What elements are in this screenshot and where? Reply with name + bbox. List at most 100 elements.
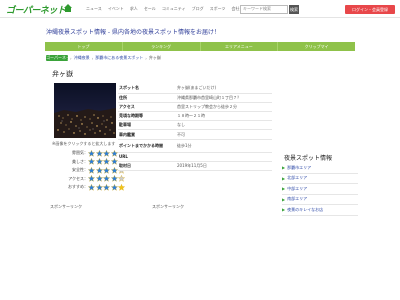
info-row: ポイントまでかかる時間 徒歩1分 — [118, 139, 272, 153]
rating-label: 安全性 — [72, 167, 84, 173]
sidebar-item-label: 那覇市エリア — [287, 164, 312, 170]
star-icon — [110, 166, 118, 174]
star-icon — [103, 175, 110, 182]
sidebar-item-1[interactable]: ▶ 北部エリア — [282, 174, 358, 184]
breadcrumb-home[interactable]: ゴーパーネット — [46, 55, 74, 61]
main-tabs: トップ ランキング エリアメニュー クリップマイ — [45, 42, 355, 51]
info-row: 駐車場 なし — [118, 120, 272, 131]
sidebar-title: 夜景スポット情報 — [284, 155, 333, 162]
star-icon — [103, 149, 110, 157]
photo-caption: ※画像をクリックすると拡大します — [52, 141, 116, 146]
info-row: 取材日 2019年11月5日 — [118, 161, 272, 172]
sidebar-item-label: 北部エリア — [287, 175, 308, 181]
nav-item-4[interactable]: コミュニティ — [162, 5, 186, 13]
sidebar-item-0[interactable]: ▶ 那覇市エリア — [282, 163, 358, 174]
star-icon — [103, 158, 110, 165]
arrow-icon: ▶ — [282, 186, 286, 192]
info-value: 不可 — [176, 129, 272, 140]
sidebar-item-3[interactable]: ▶ 南部エリア — [282, 195, 358, 205]
breadcrumb-item-okinawa-yakei[interactable]: 沖縄夜景 — [74, 55, 90, 61]
sidebar-item-4[interactable]: ▶ 夜景のキレイなお店 — [282, 205, 358, 216]
sponsor-link-left: スポンサーリンク — [50, 204, 82, 209]
nav-item-7[interactable]: 会社 — [232, 5, 240, 13]
breadcrumb: ゴーパーネット › 沖縄夜景 › 那覇市にある夜景スポット › 弁ヶ嶽 — [46, 55, 161, 61]
info-value: 2019年11月5日 — [176, 161, 272, 172]
rating-row: おすすめ： — [60, 183, 144, 192]
arrow-icon: ▶ — [282, 196, 286, 202]
star-icon — [110, 183, 118, 191]
site-logo[interactable]: ゴーパーネット — [6, 3, 72, 16]
nav-item-1[interactable]: イベント — [108, 5, 124, 13]
nav-item-5[interactable]: ブログ — [192, 5, 204, 13]
page-tagline: 沖縄夜景スポット情報 - 県内各地の夜景スポット情報をお届け！ — [46, 29, 220, 36]
star-icon — [95, 166, 103, 174]
info-value: 弁ヶ嶽(あまごいだけ) — [176, 84, 272, 94]
search-input[interactable]: キーワード検索 — [240, 5, 288, 14]
rating-label: おすすめ — [68, 184, 84, 190]
nav-item-6[interactable]: スポーツ — [210, 5, 226, 13]
star-icon — [95, 175, 103, 182]
nav-item-2[interactable]: 求人 — [130, 5, 138, 13]
info-row: URL — [118, 152, 272, 162]
top-nav: ニュース イベント 求人 セール コミュニティ ブログ スポーツ 会社 — [86, 5, 240, 13]
star-icon — [95, 183, 103, 191]
info-row: 見頃な時期等 １８時～２１時 — [118, 111, 272, 122]
star-icon — [88, 158, 95, 165]
info-row: スポット名 弁ヶ嶽(あまごいだけ) — [118, 84, 272, 94]
rating-label: アクセス — [68, 175, 84, 181]
arrow-icon: ▶ — [282, 207, 286, 213]
info-key: スポット名 — [118, 84, 176, 94]
arrow-icon: ▶ — [282, 175, 286, 181]
rating-label: 美しさ — [72, 158, 84, 164]
sidebar-item-2[interactable]: ▶ 中部エリア — [282, 184, 358, 195]
info-key: 駐車場 — [118, 120, 176, 131]
login-button[interactable]: ログイン・会員登録 — [345, 5, 395, 14]
site-header: ゴーパーネット ニュース イベント 求人 セール コミュニティ ブログ スポーツ 会社 キーワ… — [0, 0, 400, 18]
home-logo-icon — [64, 4, 72, 12]
info-key: ポイントまでかかる時間 — [118, 139, 176, 153]
star-icon — [110, 149, 118, 157]
info-key: 車内鑑賞 — [118, 129, 176, 140]
info-key: アクセス — [118, 102, 176, 113]
tab-1[interactable]: ランキング — [123, 42, 201, 51]
tab-3[interactable]: クリップマイ — [278, 42, 355, 51]
logo-text: ゴーパーネット — [6, 6, 66, 16]
star-icon — [118, 183, 125, 191]
spot-photo[interactable] — [54, 83, 116, 138]
nav-item-3[interactable]: セール — [144, 5, 156, 13]
star-icon — [103, 166, 110, 174]
star-icon — [118, 175, 125, 182]
breadcrumb-item-naha[interactable]: 那覇市にある夜景スポット — [95, 55, 143, 61]
breadcrumb-current: 弁ヶ嶽 — [148, 55, 161, 60]
sidebar-item-label: 中部エリア — [287, 185, 308, 191]
star-icon — [103, 183, 110, 191]
tab-0[interactable]: トップ — [45, 42, 123, 51]
search-button[interactable]: 検索 — [289, 5, 299, 14]
star-icon — [88, 166, 95, 174]
info-value: 徒歩1分 — [176, 139, 272, 153]
rating-stars — [88, 175, 125, 182]
star-icon — [95, 149, 103, 157]
star-icon — [110, 175, 118, 182]
sponsor-link-right: スポンサーリンク — [152, 204, 184, 209]
info-key: 住所 — [118, 93, 176, 103]
rating-stars — [88, 183, 125, 191]
info-value: １８時～２１時 — [176, 111, 272, 122]
rating-label: 雰囲気 — [72, 150, 84, 156]
star-icon — [88, 175, 95, 182]
info-key: 見頃な時期等 — [118, 111, 176, 122]
star-icon — [95, 158, 103, 165]
rating-row: アクセス： — [60, 175, 144, 184]
sidebar-list: ▶ 那覇市エリア ▶ 北部エリア ▶ 中部エリア ▶ 南部エリア ▶ 夜景のキレイなお店 — [282, 163, 358, 216]
info-row: 住所 沖縄県那覇市首里崎山町１丁目７？ — [118, 93, 272, 103]
info-value: なし — [176, 120, 272, 131]
info-row: アクセス 首里ストリップ教会から徒歩２分 — [118, 102, 272, 113]
star-icon — [110, 158, 118, 165]
spot-info-table: スポット名 弁ヶ嶽(あまごいだけ) 住所 沖縄県那覇市首里崎山町１丁目７？ アクセス 首里… — [118, 84, 272, 172]
info-value: 沖縄県那覇市首里崎山町１丁目７？ — [176, 93, 272, 103]
star-icon — [88, 183, 95, 191]
tab-2[interactable]: エリアメニュー — [201, 42, 279, 51]
info-value: 首里ストリップ教会から徒歩２分 — [176, 102, 272, 113]
nav-item-0[interactable]: ニュース — [86, 5, 102, 13]
sidebar-item-label: 南部エリア — [287, 196, 308, 202]
